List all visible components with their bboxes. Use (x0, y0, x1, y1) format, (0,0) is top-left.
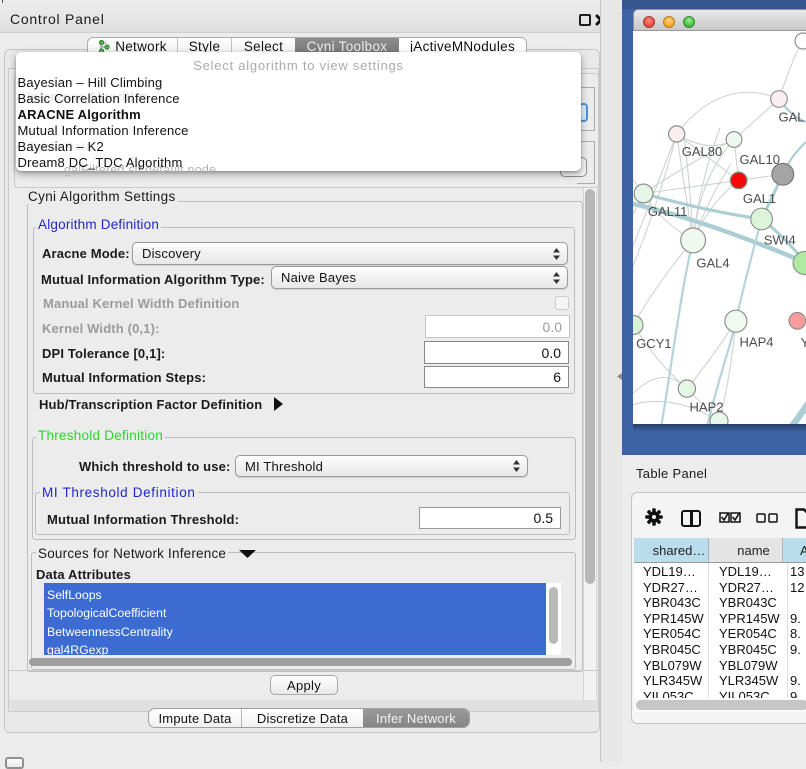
svg-text:GAL: GAL (779, 110, 805, 125)
svg-text:GAL80: GAL80 (682, 144, 722, 159)
svg-text:GAL11: GAL11 (648, 204, 688, 219)
svg-text:Y: Y (801, 335, 806, 350)
svg-text:SWI4: SWI4 (764, 233, 796, 248)
svg-text:HAP4: HAP4 (740, 335, 774, 350)
svg-text:GCY1: GCY1 (636, 336, 671, 351)
svg-text:GAL10: GAL10 (739, 152, 779, 167)
svg-text:GAL1: GAL1 (743, 191, 776, 206)
svg-text:HAP2: HAP2 (690, 400, 724, 415)
svg-text:GAL4: GAL4 (696, 256, 729, 271)
